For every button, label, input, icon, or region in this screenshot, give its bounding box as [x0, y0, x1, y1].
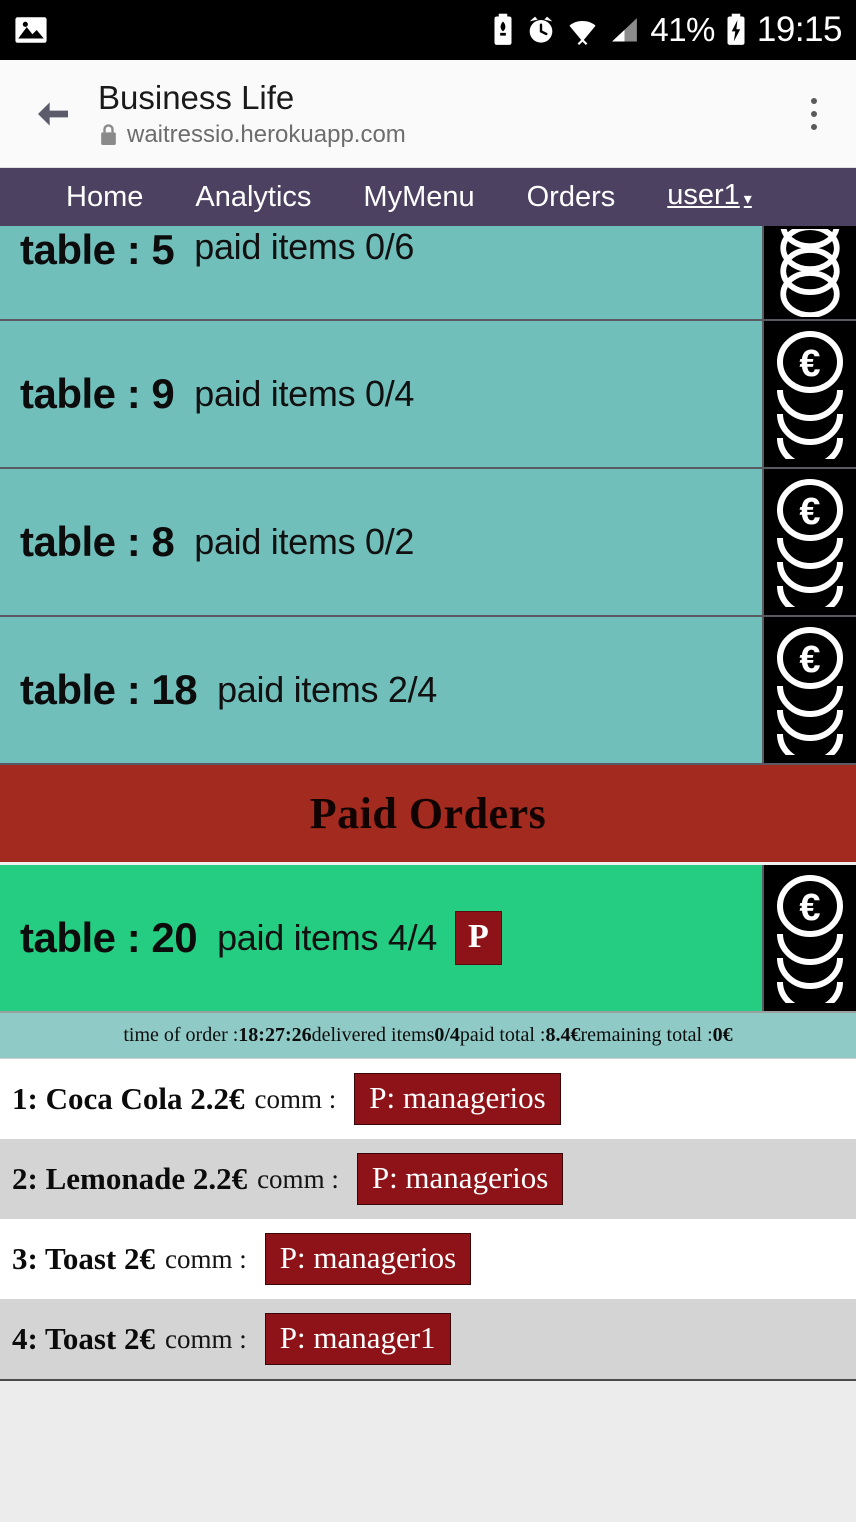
list-item[interactable]: 1: Coca Cola 2.2€ comm : P: managerios — [0, 1059, 856, 1139]
table-label: table : 18 — [20, 666, 198, 713]
table-row-main[interactable]: table : 5 paid items 0/6 — [0, 226, 764, 319]
euro-coins-icon — [780, 228, 840, 317]
orders-content: table : 5 paid items 0/6 table : 9 paid … — [0, 226, 856, 1522]
paid-total-value: 8.4€ — [545, 1024, 581, 1046]
pay-button[interactable]: € — [764, 321, 856, 467]
item-payer-button[interactable]: P: managerios — [356, 1153, 564, 1205]
alarm-icon — [530, 16, 553, 43]
pay-button[interactable]: € — [764, 469, 856, 615]
item-comment-label: comm : — [164, 1323, 247, 1354]
table-row-main[interactable]: table : 9 paid items 0/4 — [0, 321, 764, 467]
page-title: Business Life — [98, 78, 295, 116]
paid-items-label: paid items 0/6 — [194, 226, 415, 267]
table-label: table : 8 — [20, 518, 175, 565]
item-payer-button[interactable]: P: manager1 — [264, 1313, 451, 1365]
paid-items-label: paid items 0/2 — [194, 521, 415, 562]
svg-text:€: € — [799, 887, 820, 929]
time-of-order-label: time of order : — [123, 1024, 239, 1046]
pay-button[interactable]: € — [764, 617, 856, 763]
table-label: table : 20 — [20, 914, 198, 961]
euro-coins-icon: € — [777, 875, 843, 1003]
euro-coins-icon: € — [777, 479, 843, 607]
paid-items-label: paid items 0/4 — [194, 373, 415, 414]
nav-item-orders[interactable]: Orders — [501, 168, 642, 226]
android-status-bar: 41% 19:15 — [0, 0, 856, 60]
page-background — [0, 1381, 856, 1522]
battery-percent-label: 41% — [650, 11, 715, 48]
item-comment-label: comm : — [164, 1243, 247, 1274]
item-comment-label: comm : — [254, 1083, 337, 1114]
lock-icon — [101, 123, 116, 145]
table-label: table : 5 — [20, 226, 175, 273]
paid-orders-title: Paid Orders — [309, 789, 547, 838]
svg-text:€: € — [799, 491, 820, 533]
item-payer-button[interactable]: P: managerios — [264, 1233, 472, 1285]
item-name: 4: Toast 2€ — [12, 1321, 155, 1356]
delivered-items-value: 0/4 — [434, 1024, 460, 1046]
paid-items-label: paid items 2/4 — [217, 669, 437, 710]
item-name: 3: Toast 2€ — [12, 1241, 155, 1276]
order-summary: time of order : 18:27:26 delivered items… — [0, 1013, 856, 1059]
paid-items-label: paid items 4/4 — [217, 917, 437, 958]
svg-text:€: € — [799, 343, 820, 385]
table-row-main[interactable]: table : 8 paid items 0/2 — [0, 469, 764, 615]
site-navbar: Home Analytics MyMenu Orders user1 ▾ — [0, 168, 856, 226]
nav-item-home[interactable]: Home — [40, 168, 169, 226]
paid-table-row-main[interactable]: table : 20 paid items 4/4 P — [0, 865, 764, 1011]
nav-item-analytics[interactable]: Analytics — [169, 168, 337, 226]
euro-coins-icon: € — [777, 331, 843, 459]
photo-icon — [15, 17, 47, 43]
delivered-items-label: delivered items — [311, 1024, 435, 1046]
battery-saver-icon — [494, 13, 512, 45]
wifi-icon — [569, 20, 596, 45]
table-row[interactable]: table : 9 paid items 0/4 € — [0, 321, 856, 469]
table-row[interactable]: table : 8 paid items 0/2 € — [0, 469, 856, 617]
list-item[interactable]: 3: Toast 2€ comm : P: managerios — [0, 1219, 856, 1299]
remaining-total-value: 0€ — [712, 1024, 733, 1046]
url-row: waitressio.herokuapp.com — [98, 120, 406, 150]
back-arrow-icon — [38, 101, 68, 126]
item-comment-label: comm : — [257, 1163, 339, 1194]
nav-user-dropdown[interactable]: user1 ▾ — [641, 166, 762, 229]
chevron-down-icon: ▾ — [743, 190, 752, 208]
svg-text:€: € — [799, 639, 820, 681]
nav-user-label: user1 — [667, 178, 740, 211]
order-items-table: 1: Coca Cola 2.2€ comm : P: managerios 2… — [0, 1059, 856, 1381]
euro-coins-icon: € — [777, 627, 843, 755]
status-bar-left — [14, 13, 48, 47]
item-name: 1: Coca Cola 2.2€ — [12, 1081, 245, 1116]
pay-button[interactable]: € — [764, 865, 856, 1011]
table-row[interactable]: table : 5 paid items 0/6 — [0, 226, 856, 321]
item-payer-button[interactable]: P: managerios — [354, 1073, 561, 1125]
paid-total-label: paid total : — [459, 1024, 546, 1046]
status-bar-right: 41% 19:15 — [490, 10, 843, 50]
paid-table-row[interactable]: table : 20 paid items 4/4 P € — [0, 865, 856, 1013]
table-label: table : 9 — [20, 370, 175, 417]
time-of-order-value: 18:27:26 — [238, 1024, 312, 1046]
pay-button[interactable] — [764, 226, 856, 319]
status-badge: P — [455, 911, 502, 965]
battery-charging-icon — [727, 13, 745, 45]
table-row-main[interactable]: table : 18 paid items 2/4 — [0, 617, 764, 763]
item-name: 2: Lemonade 2.2€ — [12, 1161, 248, 1196]
back-button[interactable] — [22, 94, 84, 134]
list-item[interactable]: 4: Toast 2€ comm : P: manager1 — [0, 1299, 856, 1379]
list-item[interactable]: 2: Lemonade 2.2€ comm : P: managerios — [0, 1139, 856, 1219]
url-label: waitressio.herokuapp.com — [127, 120, 406, 148]
nav-item-mymenu[interactable]: MyMenu — [337, 168, 500, 226]
remaining-total-label: remaining total : — [580, 1024, 713, 1046]
overflow-menu-icon[interactable] — [794, 86, 834, 142]
table-row[interactable]: table : 18 paid items 2/4 € — [0, 617, 856, 765]
address-block[interactable]: Business Life waitressio.herokuapp.com — [98, 78, 406, 150]
signal-icon — [612, 17, 638, 41]
clock-label: 19:15 — [756, 10, 843, 49]
browser-toolbar: Business Life waitressio.herokuapp.com — [0, 60, 856, 168]
paid-orders-banner: Paid Orders — [0, 765, 856, 865]
